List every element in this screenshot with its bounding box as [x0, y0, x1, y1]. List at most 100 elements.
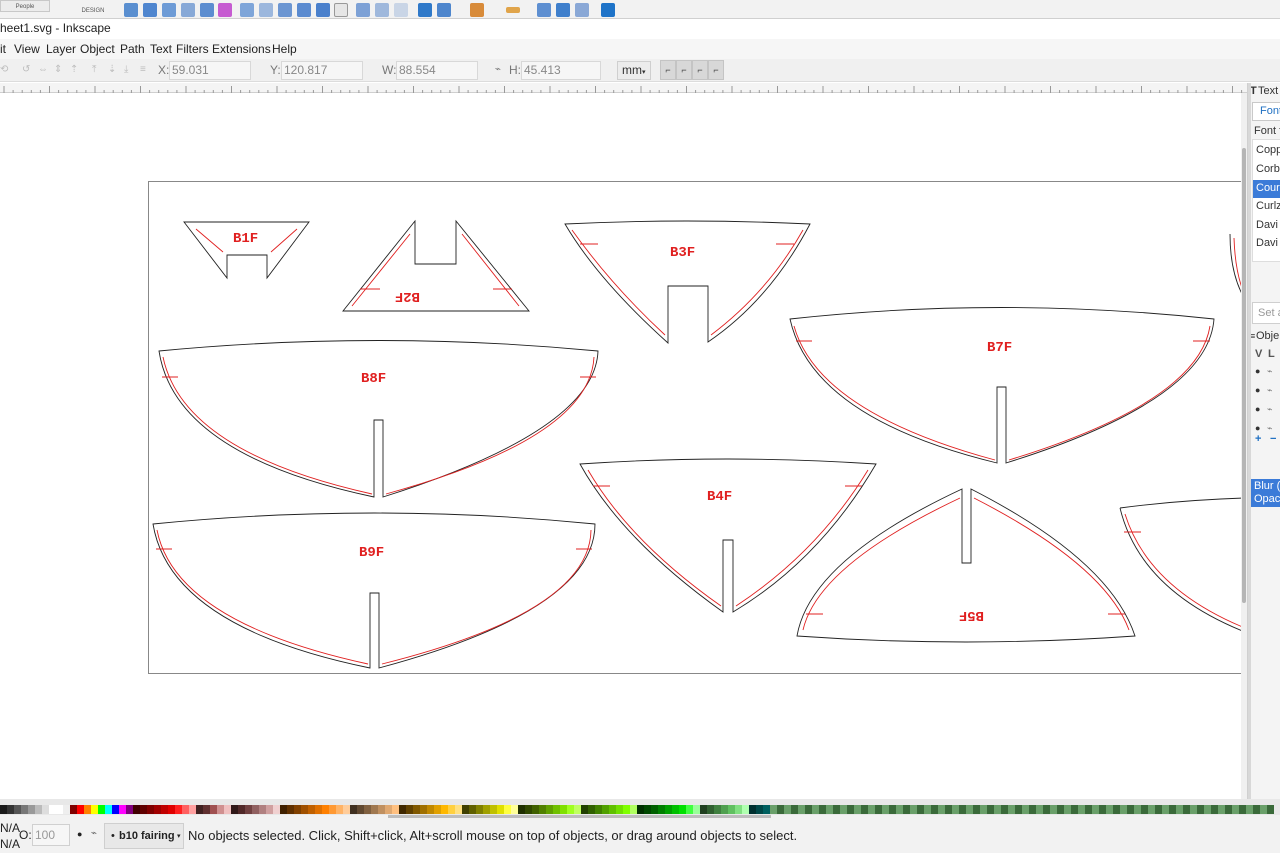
palette-swatch[interactable] — [497, 805, 504, 814]
palette-swatch[interactable] — [238, 805, 245, 814]
align-icon[interactable] — [506, 7, 520, 13]
palette-swatch[interactable] — [1085, 805, 1092, 814]
palette-swatch[interactable] — [210, 805, 217, 814]
palette-swatch[interactable] — [42, 805, 49, 814]
palette-swatch[interactable] — [595, 805, 602, 814]
palette-swatch[interactable] — [420, 805, 427, 814]
font-item-selected[interactable]: Cour — [1253, 180, 1280, 198]
palette-swatch[interactable] — [462, 805, 469, 814]
palette-swatch[interactable] — [1204, 805, 1211, 814]
palette-swatch[interactable] — [441, 805, 448, 814]
palette-swatch[interactable] — [1183, 805, 1190, 814]
menu-path[interactable]: Path — [120, 41, 145, 57]
palette-swatch[interactable] — [203, 805, 210, 814]
palette-swatch[interactable] — [546, 805, 553, 814]
w-input[interactable]: 88.554 — [396, 61, 478, 80]
palette-swatch[interactable] — [1155, 805, 1162, 814]
font-list[interactable]: Copp Corb Cour Curlz Davi Davi — [1252, 139, 1280, 262]
palette-swatch[interactable] — [105, 805, 112, 814]
3d-box-tool-icon[interactable] — [162, 3, 176, 17]
opacity-input[interactable]: 100 — [32, 824, 70, 846]
palette-swatch[interactable] — [931, 805, 938, 814]
palette-swatch[interactable] — [112, 805, 119, 814]
palette-swatch[interactable] — [819, 805, 826, 814]
lower-bottom-icon[interactable]: ⤓ — [124, 64, 128, 75]
palette-swatch[interactable] — [161, 805, 168, 814]
palette-swatch[interactable] — [525, 805, 532, 814]
palette-swatch[interactable] — [1211, 805, 1218, 814]
y-input[interactable]: 120.817 — [281, 61, 363, 80]
palette-swatch[interactable] — [861, 805, 868, 814]
menu-text[interactable]: Text — [150, 41, 172, 57]
move-tool-icon[interactable] — [334, 3, 348, 17]
palette-swatch[interactable] — [735, 805, 742, 814]
lock-icon[interactable]: ⌁ — [1267, 366, 1272, 377]
eye-icon[interactable]: ● — [1255, 366, 1260, 376]
order-icon[interactable]: ≡ — [140, 64, 146, 75]
palette-swatch[interactable] — [245, 805, 252, 814]
palette-swatch[interactable] — [973, 805, 980, 814]
design-menu-button[interactable]: DESIGN — [80, 5, 106, 17]
palette-swatch[interactable] — [1176, 805, 1183, 814]
gradient-tool-icon[interactable] — [316, 3, 330, 17]
palette-swatch[interactable] — [91, 805, 98, 814]
menu-object[interactable]: Object — [80, 41, 115, 57]
palette-swatch[interactable] — [1036, 805, 1043, 814]
palette-swatch[interactable] — [567, 805, 574, 814]
palette-swatch[interactable] — [770, 805, 777, 814]
palette-swatch[interactable] — [182, 805, 189, 814]
arrange-icon[interactable] — [556, 3, 570, 17]
palette-swatch[interactable] — [875, 805, 882, 814]
part-b4f[interactable]: B4F — [579, 458, 877, 613]
palette-swatch[interactable] — [315, 805, 322, 814]
palette-swatch[interactable] — [1197, 805, 1204, 814]
palette-swatch[interactable] — [833, 805, 840, 814]
palette-swatch[interactable] — [224, 805, 231, 814]
palette-swatch[interactable] — [840, 805, 847, 814]
palette-swatch[interactable] — [399, 805, 406, 814]
palette-swatch[interactable] — [1120, 805, 1127, 814]
palette-swatch[interactable] — [1253, 805, 1260, 814]
palette-icon[interactable] — [470, 3, 484, 17]
add-layer-icon[interactable]: + — [1255, 433, 1261, 445]
palette-swatch[interactable] — [329, 805, 336, 814]
palette-swatch[interactable] — [1008, 805, 1015, 814]
palette-swatch[interactable] — [483, 805, 490, 814]
palette-swatch[interactable] — [616, 805, 623, 814]
select-tool-icon[interactable] — [124, 3, 138, 17]
palette-swatch[interactable] — [798, 805, 805, 814]
palette-swatch[interactable] — [476, 805, 483, 814]
measure-tool-icon[interactable] — [375, 3, 389, 17]
palette-swatch[interactable] — [21, 805, 28, 814]
palette-swatch[interactable] — [868, 805, 875, 814]
palette-swatch[interactable] — [280, 805, 287, 814]
palette-swatch[interactable] — [1022, 805, 1029, 814]
palette-swatch[interactable] — [889, 805, 896, 814]
palette-swatch[interactable] — [672, 805, 679, 814]
palette-swatch[interactable] — [987, 805, 994, 814]
palette-swatch[interactable] — [140, 805, 147, 814]
palette-swatch[interactable] — [84, 805, 91, 814]
palette-swatch[interactable] — [266, 805, 273, 814]
palette-swatch[interactable] — [406, 805, 413, 814]
palette-swatch[interactable] — [1232, 805, 1239, 814]
palette-swatch[interactable] — [133, 805, 140, 814]
palette-swatch[interactable] — [294, 805, 301, 814]
palette-swatch[interactable] — [581, 805, 588, 814]
palette-swatch[interactable] — [1162, 805, 1169, 814]
palette-swatch[interactable] — [826, 805, 833, 814]
palette-swatch[interactable] — [1064, 805, 1071, 814]
palette-swatch[interactable] — [273, 805, 280, 814]
horizontal-ruler[interactable] — [0, 83, 1247, 93]
palette-swatch[interactable] — [532, 805, 539, 814]
text-panel-tab[interactable]: Text a — [1258, 85, 1280, 97]
palette-swatch[interactable] — [518, 805, 525, 814]
drawing-canvas[interactable]: B1F B2F B3F B7F B8F B4F B9F B5F — [0, 93, 1241, 799]
palette-swatch[interactable] — [1050, 805, 1057, 814]
palette-swatch[interactable] — [1015, 805, 1022, 814]
scale-corners-icon[interactable]: ⌐ — [676, 60, 692, 80]
palette-swatch[interactable] — [1190, 805, 1197, 814]
lower-icon[interactable]: ⇣ — [108, 64, 116, 75]
palette-swatch[interactable] — [392, 805, 399, 814]
palette-swatch[interactable] — [700, 805, 707, 814]
